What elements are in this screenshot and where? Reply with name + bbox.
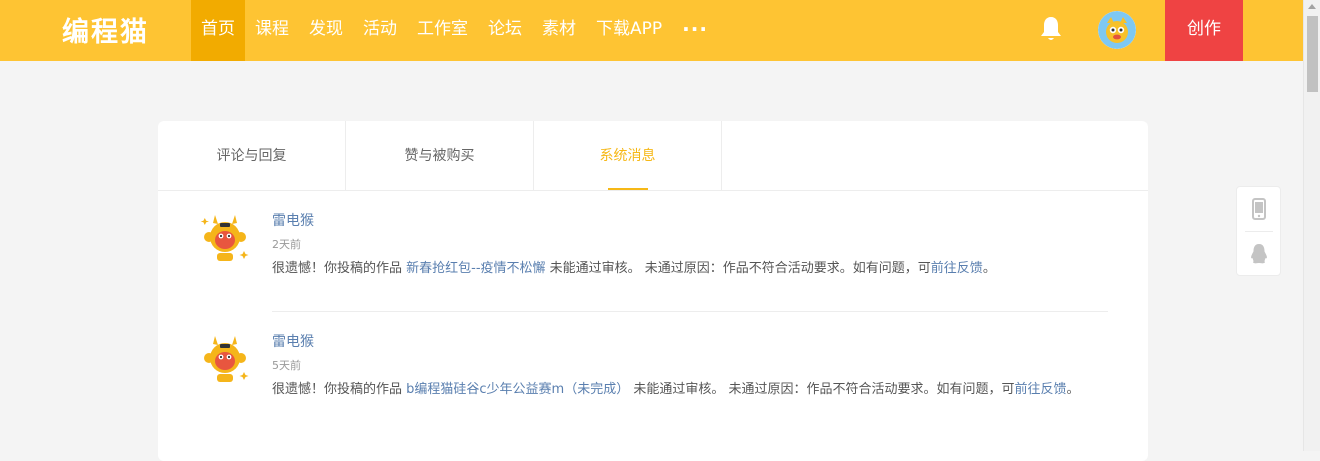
tab-system-messages[interactable]: 系统消息 — [534, 121, 722, 191]
message-body: 雷电猴 2天前 很遗憾！你投稿的作品 新春抢红包--疫情不松懈 未能通过审核。 … — [272, 211, 1108, 279]
main-nav: 首页 课程 发现 活动 工作室 论坛 素材 下载APP ··· — [191, 0, 718, 61]
nav-home[interactable]: 首页 — [191, 0, 245, 61]
message-time: 2天前 — [272, 238, 301, 251]
monkey-avatar-icon[interactable] — [200, 211, 250, 263]
messages-card: 评论与回复 赞与被购买 系统消息 雷电猴 2天前 很遗憾！你投稿的作品 新春抢红… — [158, 121, 1148, 461]
nav-forum[interactable]: 论坛 — [478, 0, 532, 61]
message-text-suffix: 。 — [1066, 382, 1080, 397]
bell-icon[interactable] — [1039, 15, 1063, 43]
tab-comments-replies[interactable]: 评论与回复 — [158, 121, 346, 191]
site-logo[interactable]: 编程猫 — [62, 10, 149, 49]
nav-download-app[interactable]: 下载APP — [586, 0, 672, 61]
work-link[interactable]: 新春抢红包--疫情不松懈 — [406, 261, 545, 276]
message-tabs: 评论与回复 赞与被购买 系统消息 — [158, 121, 722, 191]
top-navbar: 编程猫 首页 课程 发现 活动 工作室 论坛 素材 下载APP ··· 创作 — [0, 0, 1303, 61]
message-text-suffix: 。 — [982, 261, 996, 276]
message-sender[interactable]: 雷电猴 — [272, 332, 1108, 352]
create-button[interactable]: 创作 — [1165, 0, 1243, 61]
message-text-prefix: 很遗憾！你投稿的作品 — [272, 382, 407, 397]
message-divider — [272, 311, 1108, 312]
side-float-toolbar — [1236, 186, 1281, 276]
message-time: 5天前 — [272, 359, 301, 372]
side-float-divider — [1245, 231, 1273, 232]
message-text-reason: 未能通过审核。 未通过原因：作品不符合活动要求。如有问题，可 — [629, 382, 1015, 397]
user-avatar[interactable] — [1098, 11, 1136, 49]
tabs-divider — [158, 190, 1148, 191]
message-sender[interactable]: 雷电猴 — [272, 211, 1108, 231]
message-text: 很遗憾！你投稿的作品 b编程猫硅谷c少年公益赛m（未完成） 未能通过审核。 未通… — [272, 380, 1108, 400]
user-avatar-image — [1098, 11, 1136, 49]
nav-courses[interactable]: 课程 — [245, 0, 299, 61]
feedback-link[interactable]: 前往反馈 — [931, 261, 983, 276]
work-link[interactable]: b编程猫硅谷c少年公益赛m（未完成） — [406, 382, 629, 397]
tab-likes-purchases[interactable]: 赞与被购买 — [346, 121, 534, 191]
scroll-thumb[interactable] — [1307, 16, 1318, 92]
nav-discover[interactable]: 发现 — [299, 0, 353, 61]
qq-penguin-icon[interactable] — [1249, 243, 1269, 265]
nav-activities[interactable]: 活动 — [353, 0, 407, 61]
nav-materials[interactable]: 素材 — [532, 0, 586, 61]
message-text: 很遗憾！你投稿的作品 新春抢红包--疫情不松懈 未能通过审核。 未通过原因：作品… — [272, 259, 1108, 279]
message-text-prefix: 很遗憾！你投稿的作品 — [272, 261, 407, 276]
feedback-link[interactable]: 前往反馈 — [1014, 382, 1066, 397]
nav-studio[interactable]: 工作室 — [407, 0, 478, 61]
tab-system-messages-label: 系统消息 — [599, 148, 656, 164]
scroll-up-arrow-icon[interactable] — [1308, 4, 1316, 9]
nav-more-icon[interactable]: ··· — [672, 0, 718, 61]
mobile-phone-icon[interactable] — [1249, 198, 1269, 220]
message-body: 雷电猴 5天前 很遗憾！你投稿的作品 b编程猫硅谷c少年公益赛m（未完成） 未能… — [272, 332, 1108, 400]
page-scrollbar[interactable] — [1303, 0, 1320, 451]
message-text-reason: 未能通过审核。 未通过原因：作品不符合活动要求。如有问题，可 — [545, 261, 931, 276]
monkey-avatar-icon[interactable] — [200, 332, 250, 384]
